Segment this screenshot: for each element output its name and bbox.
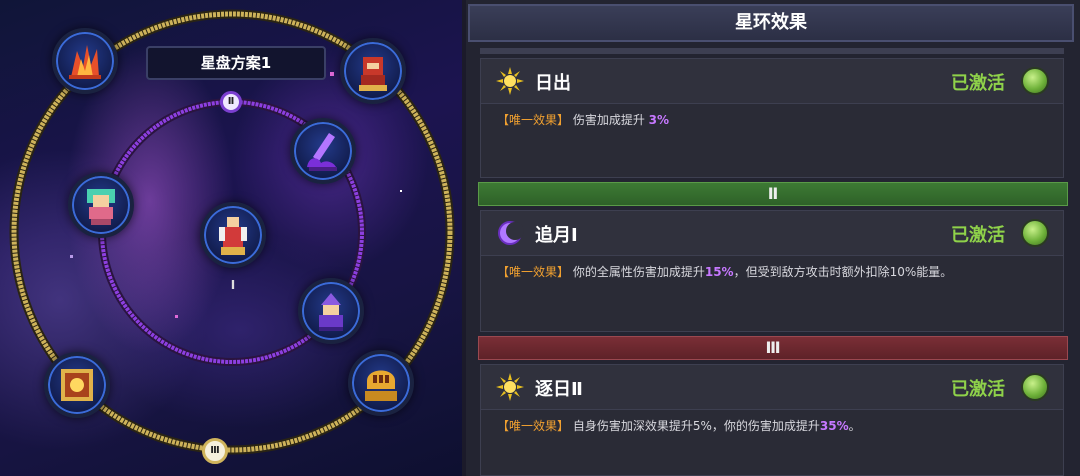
sun-icon (496, 373, 524, 401)
golden-mask-node[interactable] (348, 350, 414, 416)
effect-text-after: ，但受到敌方攻击时额外扣除10%能量。 (733, 265, 953, 279)
tier-header-3: Ⅲ (478, 336, 1068, 360)
effect-highlight: 3% (648, 113, 670, 127)
golden-mask-icon (365, 370, 397, 401)
effect-tag: 【唯一效果】 (497, 265, 570, 279)
center-hero-node[interactable] (200, 202, 266, 268)
effect-status: 已激活 (951, 225, 1005, 246)
effect-highlight: 35% (819, 419, 849, 433)
violet-mage-icon (319, 293, 343, 331)
effect-text-after: 。 (848, 419, 861, 433)
golden-frame-node[interactable] (44, 352, 110, 418)
effect-description: 【唯一效果】 伤害加成提升 3% (497, 111, 669, 128)
star-disc-panel: 星盘方案1 Ⅱ Ⅲ Ⅰ (0, 0, 462, 476)
effect-tag: 【唯一效果】 (497, 419, 570, 433)
ring-badge-outer: Ⅲ (202, 438, 228, 464)
jade-priestess-icon (87, 189, 115, 225)
effect-description: 【唯一效果】 自身伤害加深效果提升5%，你的伤害加成提升35%。 (497, 417, 861, 434)
active-indicator-icon (1021, 373, 1049, 401)
effect-text: 自身伤害加深效果提升5%，你的伤害加成提升 (572, 419, 820, 433)
ring-effects-panel: 星环效果 日出 已激活 【唯一效果】 伤害加成提升 3% Ⅱ 追月Ⅰ 已激活 【… (466, 0, 1080, 476)
fire-claw-icon (69, 45, 101, 79)
effect-status: 已激活 (951, 73, 1005, 94)
purple-sword-icon (307, 133, 337, 171)
effect-text: 你的全属性伤害加成提升 (572, 265, 705, 279)
fire-claw-node[interactable] (52, 28, 118, 94)
panel-divider (480, 48, 1064, 54)
effect-status: 已激活 (951, 379, 1005, 400)
effect-name: 追月Ⅰ (535, 225, 578, 246)
purple-sword-node[interactable] (290, 118, 356, 184)
red-knight-icon (359, 57, 387, 91)
effect-name: 日出 (535, 73, 571, 94)
effect-name: 逐日Ⅱ (535, 379, 583, 400)
red-knight-node[interactable] (340, 38, 406, 104)
active-indicator-icon (1021, 219, 1049, 247)
ring-badge-inner: Ⅰ (230, 278, 236, 292)
active-indicator-icon (1021, 67, 1049, 95)
panel-title: 星环效果 (468, 4, 1074, 42)
effect-highlight: 15% (704, 265, 734, 279)
effect-card-chasing-moon[interactable]: 追月Ⅰ 已激活 【唯一效果】 你的全属性伤害加成提升15%，但受到敌方攻击时额外… (480, 210, 1064, 332)
plan-name-label[interactable]: 星盘方案1 (146, 46, 326, 80)
effect-text: 伤害加成提升 (572, 113, 649, 127)
crescent-moon-icon (498, 221, 524, 245)
tier-header-2: Ⅱ (478, 182, 1068, 206)
effect-card-chasing-sun[interactable]: 逐日Ⅱ 已激活 【唯一效果】 自身伤害加深效果提升5%，你的伤害加成提升35%。 (480, 364, 1064, 476)
ring-badge-middle: Ⅱ (220, 91, 242, 113)
effect-description: 【唯一效果】 你的全属性伤害加成提升15%，但受到敌方攻击时额外扣除10%能量。 (497, 263, 952, 280)
red-robe-hero-icon (219, 217, 247, 255)
violet-mage-node[interactable] (298, 278, 364, 344)
jade-priestess-node[interactable] (68, 172, 134, 238)
effect-card-sunrise[interactable]: 日出 已激活 【唯一效果】 伤害加成提升 3% (480, 58, 1064, 178)
effect-tag: 【唯一效果】 (497, 113, 570, 127)
sun-icon (496, 67, 524, 95)
golden-frame-icon (61, 369, 93, 401)
